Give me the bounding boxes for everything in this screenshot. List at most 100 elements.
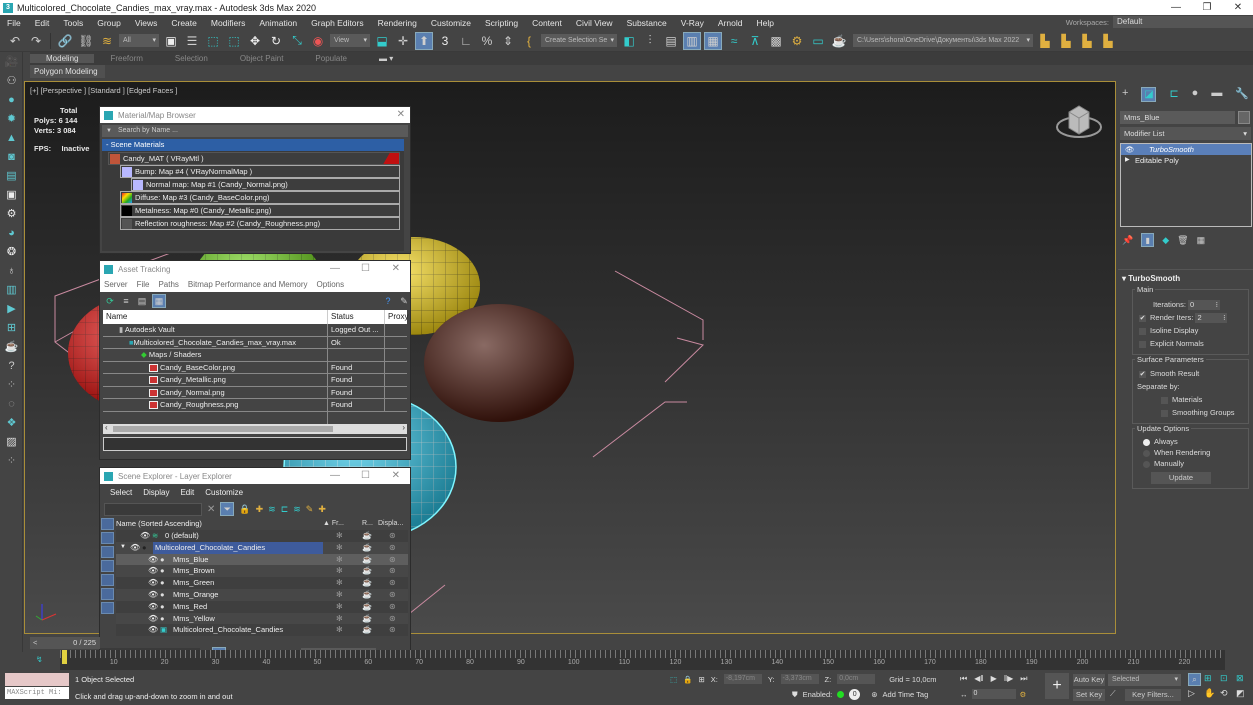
- menu-help[interactable]: Help: [749, 18, 780, 28]
- toggle-scene-explorer-icon[interactable]: ▤: [662, 32, 680, 50]
- close-button[interactable]: ✕: [392, 468, 400, 484]
- isoline-display-checkbox[interactable]: [1139, 327, 1146, 335]
- menu-file[interactable]: File: [137, 280, 150, 289]
- map-item-metalness[interactable]: Metalness: Map #0 (Candy_Metallic.png): [120, 204, 400, 217]
- next-frame-icon[interactable]: ‖▶: [1004, 674, 1013, 684]
- asset-row[interactable]: Candy_Normal.png Found: [103, 386, 407, 399]
- preview-icon[interactable]: ▣: [0, 185, 23, 204]
- toggle-layer-explorer-icon[interactable]: ▥: [683, 31, 701, 50]
- hierarchy-tab-icon[interactable]: ⊏: [1169, 87, 1178, 102]
- project-folder-icon[interactable]: ▙: [1057, 32, 1075, 50]
- sun-icon[interactable]: ✹: [0, 109, 23, 128]
- mirror-icon[interactable]: ◧: [620, 32, 638, 50]
- reference-coordinate-dropdown[interactable]: View: [330, 34, 370, 47]
- explorer-row[interactable]: 👁 ● Mms_Yellow ✻ ☕ ⊛: [116, 612, 408, 625]
- play-view-icon[interactable]: ▶: [0, 299, 23, 318]
- renderable-teapot-icon[interactable]: ☕: [362, 554, 372, 566]
- modify-tab-icon[interactable]: ◪: [1141, 87, 1157, 102]
- list-icon[interactable]: ▤: [0, 166, 23, 185]
- menu-create[interactable]: Create: [164, 18, 204, 28]
- menu-substance[interactable]: Substance: [620, 18, 674, 28]
- set-key-mode-button[interactable]: +: [1045, 673, 1069, 699]
- stack-item-editable-poly[interactable]: ▶ Editable Poly: [1121, 155, 1251, 166]
- explorer-row[interactable]: 👁 ● Mms_Red ✻ ☕ ⊛: [116, 600, 408, 613]
- manually-radio[interactable]: [1143, 460, 1150, 468]
- make-unique-icon[interactable]: ◆: [1162, 235, 1169, 246]
- ribbon-options-icon[interactable]: ▬ ▾: [363, 54, 409, 63]
- track-bar[interactable]: 10 20 30 40 50 60 70 80 90 100 110 120 130 140 150 160 1…: [60, 650, 1225, 670]
- column-renderable[interactable]: R...: [362, 518, 373, 530]
- project-structure-icon[interactable]: ▙: [1099, 32, 1117, 50]
- nodes-icon[interactable]: ⁘: [0, 375, 23, 394]
- image-icon[interactable]: ▨: [0, 432, 23, 451]
- go-to-end-icon[interactable]: ⏭: [1020, 674, 1027, 684]
- light-icon[interactable]: ●: [0, 90, 23, 109]
- bulb-icon[interactable]: ♁: [0, 261, 23, 280]
- display-none-icon[interactable]: [101, 518, 114, 530]
- visibility-eye-icon[interactable]: 👁: [148, 624, 158, 636]
- layers-icon[interactable]: ≋: [268, 504, 276, 515]
- viewport-icon[interactable]: ◙: [0, 147, 23, 166]
- menu-paths[interactable]: Paths: [158, 280, 178, 289]
- when-rendering-radio[interactable]: [1143, 449, 1150, 457]
- zoom-extents-icon[interactable]: ⊡: [1220, 673, 1234, 686]
- object-color-swatch[interactable]: [1238, 111, 1250, 124]
- refresh-icon[interactable]: ⟳: [104, 295, 116, 307]
- maxscript-listener-output[interactable]: [5, 673, 69, 686]
- percent-snap-icon[interactable]: %: [478, 32, 496, 50]
- maximize-button[interactable]: ☐: [361, 261, 370, 277]
- expand-icon[interactable]: ▶: [1125, 155, 1130, 166]
- column-frozen[interactable]: ▲ Fr...: [323, 518, 344, 530]
- x-coordinate-field[interactable]: -8,197cm: [723, 674, 762, 684]
- align-icon[interactable]: ⫶: [641, 32, 659, 50]
- render-setup-icon[interactable]: ⚙: [788, 32, 806, 50]
- mini-curve-editor-icon[interactable]: ↯: [36, 655, 43, 664]
- asset-row[interactable]: Candy_Roughness.png Found: [103, 399, 407, 412]
- menu-group[interactable]: Group: [90, 18, 128, 28]
- cameras-icon[interactable]: ⚇: [0, 71, 23, 90]
- menu-customize[interactable]: Customize: [205, 488, 243, 497]
- zoom-icon[interactable]: ⌕: [1188, 673, 1201, 686]
- renderable-teapot-icon[interactable]: ☕: [362, 565, 372, 577]
- ribbon-tab-freeform[interactable]: Freeform: [94, 54, 158, 63]
- renderable-teapot-icon[interactable]: ☕: [362, 577, 372, 589]
- field-of-view-icon[interactable]: ▷: [1188, 688, 1202, 699]
- render-iters-spinner[interactable]: 2: [1195, 313, 1228, 324]
- menu-server[interactable]: Server: [104, 280, 128, 289]
- rectangular-selection-icon[interactable]: ⬚: [204, 32, 222, 50]
- unlink-icon[interactable]: ⛓: [77, 32, 95, 50]
- pivot-icon[interactable]: ⬓: [373, 32, 391, 50]
- ribbon-tab-object-paint[interactable]: Object Paint: [224, 54, 300, 63]
- rotate-icon[interactable]: ↻: [267, 32, 285, 50]
- freeze-toggle-icon[interactable]: ✻: [336, 613, 343, 625]
- asset-row[interactable]: Candy_Metallic.png Found: [103, 374, 407, 387]
- enabled-indicator[interactable]: [837, 691, 845, 698]
- move-icon[interactable]: ✥: [246, 32, 264, 50]
- undo-icon[interactable]: ↶: [6, 32, 24, 50]
- menu-display[interactable]: Display: [143, 488, 169, 497]
- object-name-input[interactable]: Mms_Blue: [1120, 111, 1235, 124]
- paint-icon[interactable]: ❂: [0, 242, 23, 261]
- display-toggle-icon[interactable]: ⊛: [389, 624, 396, 636]
- prev-frame-icon[interactable]: <: [33, 637, 37, 649]
- menu-tools[interactable]: Tools: [56, 18, 90, 28]
- modifier-list-dropdown[interactable]: Modifier List ▾: [1120, 127, 1251, 140]
- map-item-bump[interactable]: Bump: Map #4 ( VRayNormalMap ): [120, 165, 400, 178]
- teapot-icon[interactable]: ☕: [0, 337, 23, 356]
- menu-bitmap-performance[interactable]: Bitmap Performance and Memory: [188, 280, 308, 289]
- grid-view-icon[interactable]: ▥: [0, 280, 23, 299]
- display-toggle-icon[interactable]: ⊛: [389, 589, 396, 601]
- menu-file[interactable]: File: [0, 18, 28, 28]
- freeze-toggle-icon[interactable]: ✻: [336, 589, 343, 601]
- workspaces-dropdown[interactable]: Default: [1113, 16, 1253, 28]
- renderable-teapot-icon[interactable]: ☕: [362, 613, 372, 625]
- column-name[interactable]: Name: [103, 310, 328, 324]
- maximize-viewport-icon[interactable]: ◩: [1236, 688, 1250, 699]
- candy-brown[interactable]: [424, 304, 574, 422]
- freeze-toggle-icon[interactable]: ✻: [336, 624, 343, 636]
- minimize-button[interactable]: —: [1161, 0, 1191, 15]
- freeze-toggle-icon[interactable]: ✻: [336, 577, 343, 589]
- asset-row[interactable]: ▮ Autodesk Vault Logged Out ...: [103, 324, 407, 337]
- renderable-teapot-icon[interactable]: ☕: [362, 542, 372, 554]
- map-item-reflection-roughness[interactable]: Reflection roughness: Map #2 (Candy_Roug…: [120, 217, 400, 230]
